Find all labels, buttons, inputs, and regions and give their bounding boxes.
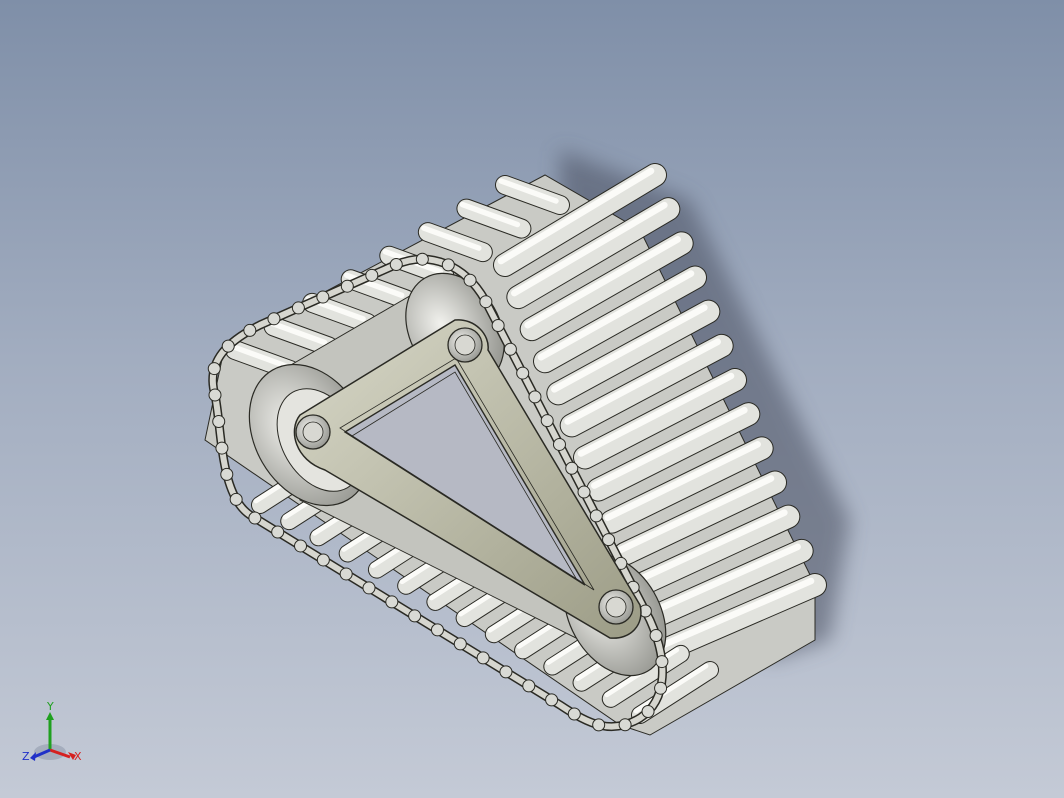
track-lug <box>453 637 467 651</box>
track-lug <box>545 693 559 707</box>
track-lug <box>589 509 603 523</box>
z-axis-label: Z <box>22 750 30 763</box>
track-lug <box>479 295 493 309</box>
front-axle-hub <box>295 414 331 450</box>
cad-viewport[interactable]: Y X Z <box>0 0 1064 798</box>
track-lug <box>649 629 663 643</box>
track-lug <box>220 467 234 481</box>
track-lug <box>294 539 308 553</box>
track-lug <box>221 339 235 353</box>
track-lug <box>389 257 403 271</box>
track-lug <box>528 390 542 404</box>
track-lug <box>208 388 222 402</box>
track-lug <box>243 323 257 337</box>
track-lug <box>463 273 477 287</box>
track-lug <box>577 485 591 499</box>
track-lug <box>516 366 530 380</box>
orientation-triad[interactable]: Y X Z <box>18 700 88 780</box>
track-lug <box>654 681 668 695</box>
track-model-view[interactable] <box>0 0 1064 798</box>
top-axle-hub <box>447 327 483 363</box>
track-lug <box>316 290 330 304</box>
track-lug <box>340 279 354 293</box>
y-axis-label: Y <box>46 700 54 713</box>
track-lug <box>641 704 655 718</box>
track-lug <box>215 441 229 455</box>
track-lug <box>503 342 517 356</box>
track-lug <box>491 318 505 332</box>
track-lug <box>316 553 330 567</box>
track-lug <box>565 461 579 475</box>
track-lug <box>430 623 444 637</box>
track-lug <box>540 414 554 428</box>
track-lug <box>207 362 221 376</box>
track-lug <box>522 679 536 693</box>
track-lug <box>415 252 429 266</box>
track-lug <box>362 581 376 595</box>
track-lug <box>499 665 513 679</box>
track-lug <box>618 718 632 732</box>
track-lug <box>408 609 422 623</box>
y-axis-arrowhead <box>46 712 54 720</box>
track-lug <box>271 525 285 539</box>
track-lug <box>592 718 606 732</box>
z-axis-arrowhead <box>30 752 36 761</box>
rear-axle-hub <box>598 589 634 625</box>
track-lug <box>567 707 581 721</box>
track-lug <box>229 492 243 506</box>
track-lug <box>212 415 226 429</box>
track-lug <box>476 651 490 665</box>
track-lug <box>339 567 353 581</box>
track-lug <box>441 258 455 272</box>
x-axis-label: X <box>74 750 82 763</box>
track-lug <box>291 301 305 315</box>
track-lug <box>385 595 399 609</box>
track-lug <box>552 437 566 451</box>
track-lug <box>365 268 379 282</box>
track-lug <box>655 655 669 669</box>
track-lug <box>267 312 281 326</box>
track-lug <box>248 511 262 525</box>
